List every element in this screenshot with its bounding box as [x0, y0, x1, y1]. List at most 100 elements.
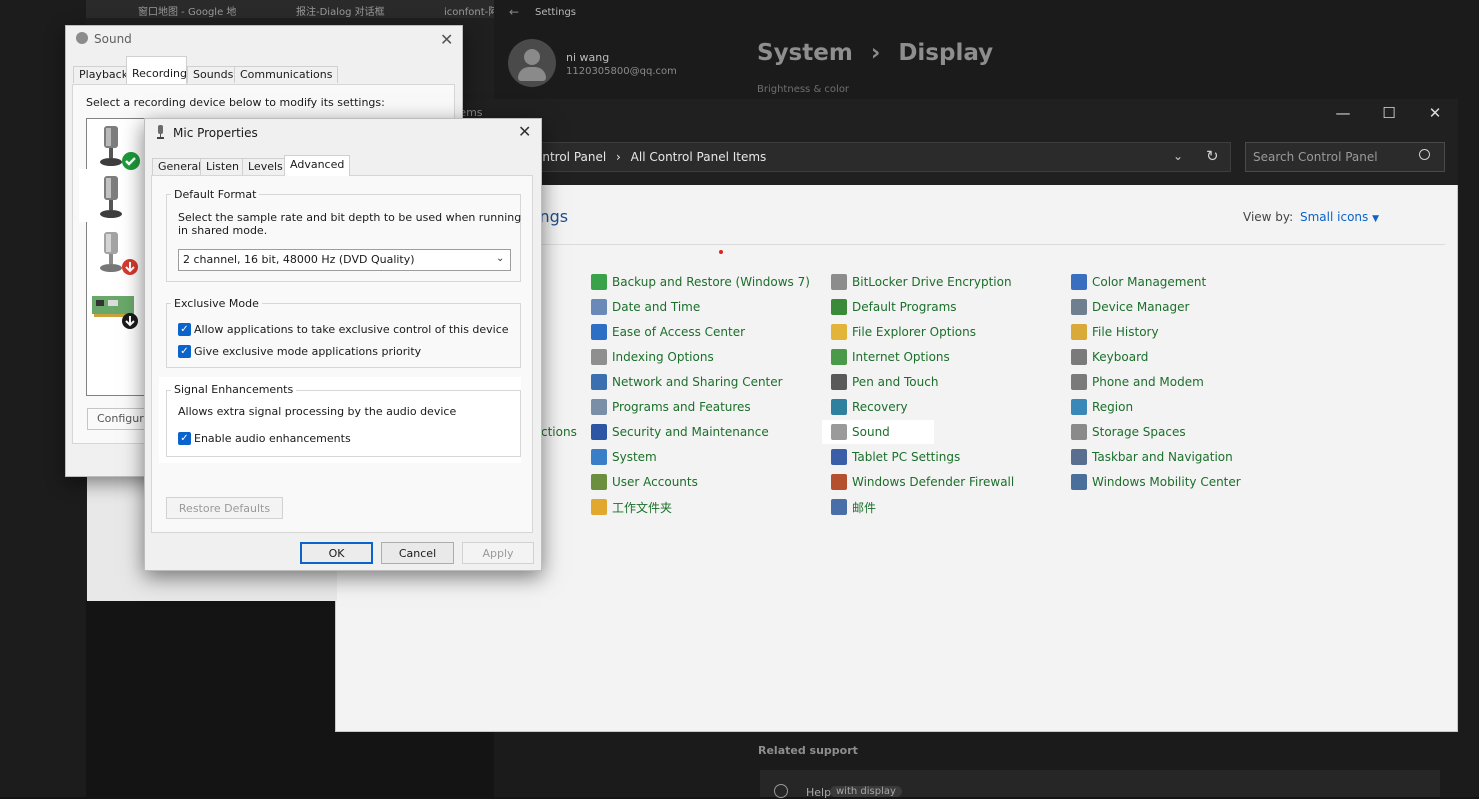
control-panel-item-label: Phone and Modem: [1092, 375, 1204, 389]
control-panel-item[interactable]: File Explorer Options: [831, 321, 976, 343]
back-arrow-icon[interactable]: ←: [509, 5, 519, 19]
bitlocker-icon: [831, 274, 847, 290]
flag-icon: [591, 424, 607, 440]
control-panel-item[interactable]: Keyboard: [1071, 346, 1148, 368]
control-panel-item[interactable]: Windows Defender Firewall: [831, 471, 1014, 493]
indexing-icon: [591, 349, 607, 365]
address-root[interactable]: ontrol Panel: [535, 150, 606, 164]
avatar[interactable]: [508, 39, 556, 87]
control-panel-item[interactable]: BitLocker Drive Encryption: [831, 271, 1012, 293]
address-page[interactable]: All Control Panel Items: [631, 150, 767, 164]
tablet-icon: [831, 449, 847, 465]
tab-communications[interactable]: Communications: [234, 66, 339, 83]
ok-button[interactable]: OK: [300, 542, 373, 564]
firewall-icon: [831, 474, 847, 490]
control-panel-item[interactable]: Windows Mobility Center: [1071, 471, 1241, 493]
microphone-disconnected-icon[interactable]: [96, 230, 142, 278]
control-panel-item[interactable]: Network and Sharing Center: [591, 371, 783, 393]
clock-icon: [591, 299, 607, 315]
configure-button[interactable]: Configure: [87, 408, 149, 430]
page-title: System › Display: [757, 40, 993, 66]
control-panel-item-fragment[interactable]: ctions: [541, 425, 577, 439]
control-panel-item[interactable]: Backup and Restore (Windows 7): [591, 271, 810, 293]
restore-defaults-button[interactable]: Restore Defaults: [166, 497, 283, 519]
exclusive-control-checkbox[interactable]: ✓: [178, 323, 191, 336]
tab-levels[interactable]: Levels: [242, 158, 289, 175]
control-panel-item-label: System: [612, 450, 657, 464]
refresh-icon[interactable]: ↻: [1206, 147, 1219, 165]
section-label: Brightness & color: [757, 84, 850, 95]
breadcrumb-root[interactable]: System: [757, 40, 853, 66]
control-panel-item[interactable]: Default Programs: [831, 296, 957, 318]
sound-card-icon[interactable]: [90, 290, 142, 334]
control-panel-item[interactable]: Pen and Touch: [831, 371, 938, 393]
tab-listen[interactable]: Listen: [200, 158, 245, 175]
microphone-icon[interactable]: [96, 174, 136, 222]
control-panel-item[interactable]: Color Management: [1071, 271, 1206, 293]
control-panel-item[interactable]: Security and Maintenance: [591, 421, 769, 443]
cancel-button[interactable]: Cancel: [381, 542, 454, 564]
breadcrumb-separator: ›: [870, 40, 881, 66]
control-panel-item[interactable]: Phone and Modem: [1071, 371, 1204, 393]
enable-enhancements-checkbox[interactable]: ✓: [178, 432, 191, 445]
close-icon[interactable]: ✕: [440, 30, 453, 49]
control-panel-item[interactable]: 工作文件夹: [591, 496, 672, 518]
recovery-icon: [831, 399, 847, 415]
control-panel-item[interactable]: Storage Spaces: [1071, 421, 1186, 443]
tab-sounds[interactable]: Sounds: [187, 66, 240, 83]
control-panel-item[interactable]: User Accounts: [591, 471, 698, 493]
browser-tab[interactable]: 报注-Dialog 对话框: [274, 0, 402, 18]
microphone-default-icon[interactable]: [96, 124, 142, 172]
control-panel-item-label: Recovery: [852, 400, 908, 414]
control-panel-item-label: Tablet PC Settings: [852, 450, 961, 464]
instruction-text: Select a recording device below to modif…: [86, 96, 385, 109]
tab-recording[interactable]: Recording: [126, 56, 187, 84]
control-panel-item[interactable]: Internet Options: [831, 346, 950, 368]
control-panel-item-label: Device Manager: [1092, 300, 1190, 314]
control-panel-item-label: Region: [1092, 400, 1134, 414]
settings-window-label: Settings: [535, 7, 577, 18]
control-panel-item[interactable]: 邮件: [831, 496, 876, 518]
sound-dialog-icon: [76, 32, 88, 44]
control-panel-item[interactable]: Recovery: [831, 396, 908, 418]
control-panel-item[interactable]: Device Manager: [1071, 296, 1189, 318]
help-link[interactable]: with display: [830, 786, 902, 797]
chevron-down-icon[interactable]: ⌄: [1173, 149, 1183, 163]
search-icon[interactable]: [1419, 149, 1430, 160]
control-panel-item-label: Pen and Touch: [852, 375, 939, 389]
exclusive-priority-checkbox[interactable]: ✓: [178, 345, 191, 358]
control-panel-item[interactable]: Tablet PC Settings: [831, 446, 960, 468]
browser-tab[interactable]: 窗口地图 - Google 地: [116, 0, 244, 18]
tab-playback[interactable]: Playback: [73, 66, 135, 83]
mic-properties-title: Mic Properties: [173, 126, 258, 140]
maximize-icon[interactable]: ☐: [1371, 104, 1407, 124]
taskbar-icon: [1071, 449, 1087, 465]
control-panel-item-label: Backup and Restore (Windows 7): [612, 275, 810, 289]
close-icon[interactable]: ✕: [1417, 104, 1453, 124]
control-panel-item[interactable]: Date and Time: [591, 296, 700, 318]
control-panel-item[interactable]: Sound: [831, 421, 890, 443]
control-panel-item-label: Network and Sharing Center: [612, 375, 783, 389]
apply-button[interactable]: Apply: [462, 542, 534, 564]
browser-tab[interactable]: iconfont-阿里: [422, 0, 496, 18]
view-by-dropdown[interactable]: Small icons ▼: [1300, 210, 1379, 224]
control-panel-item-label: Color Management: [1092, 275, 1207, 289]
caret-down-icon: ▼: [1372, 214, 1380, 224]
close-icon[interactable]: ✕: [518, 122, 531, 141]
red-dot: [719, 250, 723, 254]
control-panel-item[interactable]: Region: [1071, 396, 1133, 418]
default-programs-icon: [831, 299, 847, 315]
control-panel-item[interactable]: File History: [1071, 321, 1159, 343]
control-panel-item[interactable]: System: [591, 446, 657, 468]
backup-icon: [591, 274, 607, 290]
tab-advanced[interactable]: Advanced: [284, 155, 351, 176]
microphone-icon: [157, 125, 164, 139]
chevron-down-icon[interactable]: ⌄: [496, 253, 504, 264]
control-panel-item[interactable]: Taskbar and Navigation: [1071, 446, 1233, 468]
minimize-icon[interactable]: —: [1325, 104, 1361, 124]
default-format-select[interactable]: 2 channel, 16 bit, 48000 Hz (DVD Quality…: [178, 249, 511, 271]
control-panel-item[interactable]: Programs and Features: [591, 396, 751, 418]
control-panel-item[interactable]: Indexing Options: [591, 346, 714, 368]
control-panel-item[interactable]: Ease of Access Center: [591, 321, 745, 343]
address-separator: ›: [616, 150, 621, 164]
